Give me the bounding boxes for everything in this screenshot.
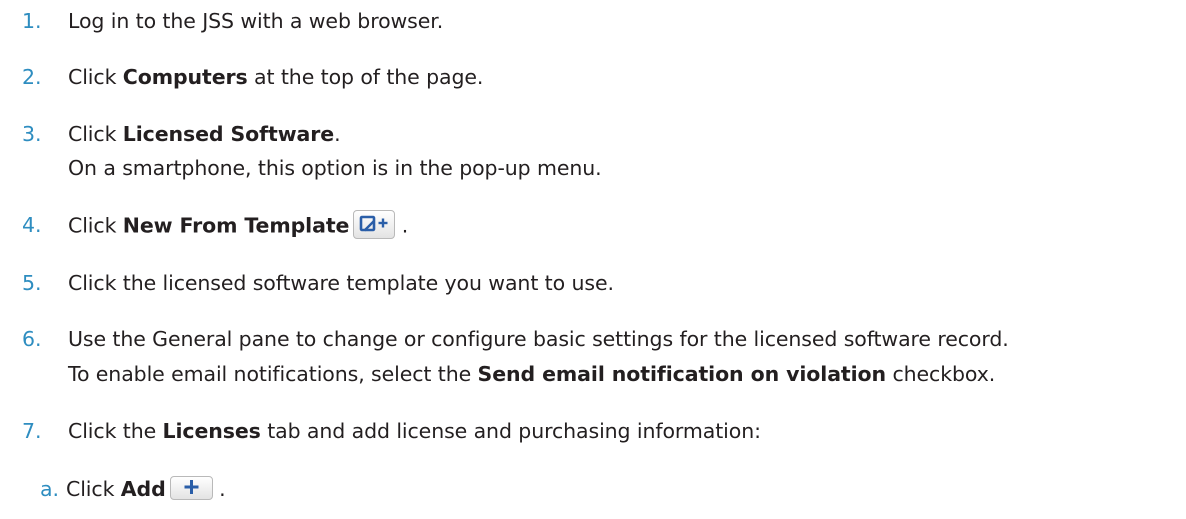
step-number: 5. xyxy=(22,271,42,295)
add-button-image xyxy=(169,476,213,500)
new-from-template-icon xyxy=(360,215,388,232)
substep-letter: a. xyxy=(40,477,59,501)
step-6-note-pre: To enable email notifications, select th… xyxy=(68,362,478,386)
send-email-notification-ui-label: Send email notification on violation xyxy=(477,362,887,386)
licenses-ui-label: Licenses xyxy=(162,419,261,443)
step-text: Click the licensed software template you… xyxy=(68,270,614,296)
document-page: 1. Log in to the JSS with a web browser.… xyxy=(0,0,1186,519)
step-4-post: . xyxy=(401,213,409,238)
step-number: 3. xyxy=(22,122,42,146)
step-text: Click the Licenses tab and add license a… xyxy=(68,418,761,444)
step-3-post: . xyxy=(334,122,341,146)
step-7-pre: Click the xyxy=(68,419,163,443)
step-7-post: tab and add license and purchasing infor… xyxy=(260,419,761,443)
step-text: Log in to the JSS with a web browser. xyxy=(68,8,443,34)
step-note: On a smartphone, this option is in the p… xyxy=(68,156,602,180)
add-ui-label: Add xyxy=(120,477,166,501)
step-number: 7. xyxy=(22,419,42,443)
step-text: Click Computers at the top of the page. xyxy=(68,64,483,90)
step-note: To enable email notifications, select th… xyxy=(68,361,995,387)
step-number: 6. xyxy=(22,327,42,351)
step-text: Use the General pane to change or config… xyxy=(68,327,1009,351)
licensed-software-ui-label: Licensed Software xyxy=(122,122,335,146)
computers-ui-label: Computers xyxy=(122,65,248,89)
step-2-pre: Click xyxy=(68,65,123,89)
step-text: Click New From Template . xyxy=(68,210,409,241)
step-1-text: Log in to the JSS with a web browser. xyxy=(68,9,444,33)
step-5-text: Click the licensed software template you… xyxy=(68,271,614,295)
substep-a-post: . xyxy=(219,477,226,501)
step-4-pre: Click xyxy=(68,213,123,238)
new-from-template-button-image xyxy=(353,210,396,239)
new-from-template-ui-label: New From Template xyxy=(122,213,350,238)
step-3-pre: Click xyxy=(68,122,123,146)
step-number: 2. xyxy=(22,65,42,89)
step-text: Click Licensed Software. xyxy=(68,121,341,147)
step-2-post: at the top of the page. xyxy=(247,65,484,89)
substep-text: Click Add . xyxy=(66,476,226,502)
step-6-note-post: checkbox. xyxy=(886,362,996,386)
step-number: 1. xyxy=(22,9,42,33)
add-plus-icon xyxy=(184,480,199,494)
step-number: 4. xyxy=(22,213,42,237)
substep-a-pre: Click xyxy=(66,477,121,501)
